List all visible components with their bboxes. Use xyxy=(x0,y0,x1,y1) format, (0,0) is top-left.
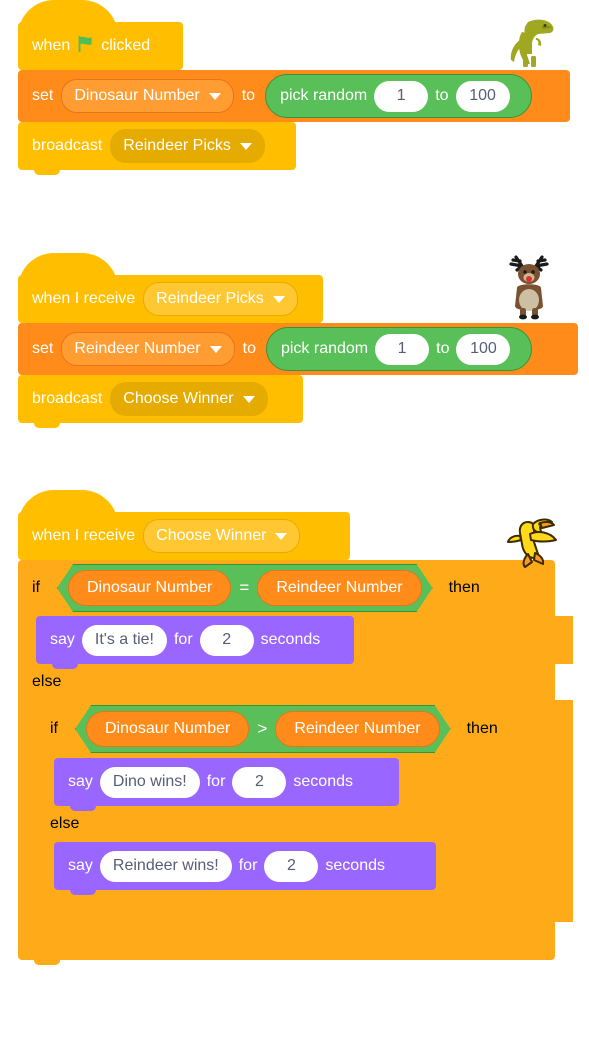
variable-dropdown-label: Dinosaur Number xyxy=(74,87,200,104)
when-i-receive-label: when I receive xyxy=(32,527,136,544)
broadcast-label: broadcast xyxy=(32,137,103,154)
dinosaur-sprite xyxy=(498,10,562,74)
then-label: then xyxy=(448,579,480,596)
say-label: say xyxy=(68,857,93,874)
else-label: else xyxy=(32,673,62,690)
broadcast-message-label: Reindeer Picks xyxy=(123,137,231,154)
if-label: if xyxy=(50,720,58,737)
receive-message-label: Reindeer Picks xyxy=(156,290,264,307)
dinosaur-script[interactable]: when clicked set Dinosaur Number to pick… xyxy=(18,0,570,175)
reporter-reindeer-number[interactable]: Reindeer Number xyxy=(257,570,421,606)
inner-if-footer[interactable] xyxy=(36,890,573,922)
chevron-down-icon xyxy=(209,345,222,353)
when-flag-clicked-hat-block[interactable]: when clicked xyxy=(18,0,183,75)
inner-if-header[interactable]: if Dinosaur Number > Reindeer Number the… xyxy=(36,700,573,758)
outer-if-body-slot: say It's a tie! for 2 seconds xyxy=(18,616,573,669)
say-for-seconds-tie[interactable]: say It's a tie! for 2 seconds xyxy=(36,616,354,669)
broadcast-label: broadcast xyxy=(32,390,103,407)
receive-message-label: Choose Winner xyxy=(156,527,267,544)
pick-random-to-input[interactable]: 100 xyxy=(456,333,511,365)
receive-message-dropdown[interactable]: Choose Winner xyxy=(143,519,301,553)
reporter-dinosaur-number[interactable]: Dinosaur Number xyxy=(86,711,249,747)
set-label: set xyxy=(32,87,54,104)
pick-random-label: pick random xyxy=(280,340,369,357)
for-label: for xyxy=(173,631,193,648)
pick-random-from-input[interactable]: 1 xyxy=(374,80,429,112)
pick-random-to-label: to xyxy=(435,87,449,104)
inner-else-body-slot: say Reindeer wins! for 2 seconds xyxy=(36,842,573,895)
inner-else-bar[interactable]: else xyxy=(36,806,573,842)
chevron-down-icon xyxy=(239,142,252,150)
broadcast-block-choose-winner[interactable]: broadcast Choose Winner xyxy=(18,375,303,428)
variable-dropdown-reindeer-number[interactable]: Reindeer Number xyxy=(61,332,235,366)
to-label: to xyxy=(242,340,256,357)
outer-if-footer[interactable] xyxy=(18,922,555,960)
say-for-seconds-dino-wins[interactable]: say Dino wins! for 2 seconds xyxy=(54,758,399,811)
hat-dome xyxy=(18,490,118,526)
else-label: else xyxy=(50,815,80,832)
reindeer-sprite xyxy=(496,250,562,320)
greater-than-operator-label: > xyxy=(257,719,268,738)
say-seconds-input[interactable]: 2 xyxy=(232,766,287,798)
say-message-input-reindeer[interactable]: Reindeer wins! xyxy=(99,850,232,882)
reporter-reindeer-number[interactable]: Reindeer Number xyxy=(275,711,439,747)
duck-script[interactable]: when I receive Choose Winner if Dinosaur… xyxy=(18,490,573,960)
outer-else-body-slot: if Dinosaur Number > Reindeer Number the… xyxy=(18,700,573,922)
inner-if-body-slot: say Dino wins! for 2 seconds xyxy=(36,758,573,811)
green-flag-icon xyxy=(76,34,96,59)
to-label: to xyxy=(241,87,256,104)
broadcast-message-label: Choose Winner xyxy=(123,390,234,407)
receive-message-dropdown[interactable]: Reindeer Picks xyxy=(143,282,298,316)
seconds-label: seconds xyxy=(325,857,385,874)
when-label: when xyxy=(32,37,71,54)
inner-if-else-block[interactable]: if Dinosaur Number > Reindeer Number the… xyxy=(36,700,573,922)
reindeer-script[interactable]: when I receive Reindeer Picks set Reinde… xyxy=(18,253,578,428)
say-label: say xyxy=(50,631,75,648)
inner-condition-greater-than[interactable]: Dinosaur Number > Reindeer Number xyxy=(75,705,451,753)
when-i-receive-hat-choose-winner[interactable]: when I receive Choose Winner xyxy=(18,490,350,565)
say-message-input-dino[interactable]: Dino wins! xyxy=(99,766,200,798)
if-label: if xyxy=(32,579,40,596)
set-label: set xyxy=(32,340,54,357)
chevron-down-icon xyxy=(272,295,285,303)
say-seconds-input[interactable]: 2 xyxy=(264,850,319,882)
for-label: for xyxy=(206,773,226,790)
set-variable-block-reindeer[interactable]: set Reindeer Number to pick random 1 to … xyxy=(18,323,578,380)
broadcast-message-dropdown[interactable]: Choose Winner xyxy=(110,382,268,416)
when-i-receive-hat-reindeer-picks[interactable]: when I receive Reindeer Picks xyxy=(18,253,323,328)
outer-condition-equals[interactable]: Dinosaur Number = Reindeer Number xyxy=(57,564,433,612)
say-label: say xyxy=(68,773,93,790)
pick-random-label: pick random xyxy=(280,87,368,104)
pick-random-reporter[interactable]: pick random 1 to 100 xyxy=(265,74,532,118)
equals-operator-label: = xyxy=(239,578,250,597)
hat-dome xyxy=(18,253,118,289)
say-for-seconds-reindeer-wins[interactable]: say Reindeer wins! for 2 seconds xyxy=(54,842,436,895)
chevron-down-icon xyxy=(275,532,288,540)
chevron-down-icon xyxy=(242,395,255,403)
reporter-dinosaur-number[interactable]: Dinosaur Number xyxy=(68,570,231,606)
pick-random-reporter[interactable]: pick random 1 to 100 xyxy=(265,327,533,371)
for-label: for xyxy=(238,857,258,874)
pick-random-from-input[interactable]: 1 xyxy=(375,333,430,365)
variable-dropdown-label: Reindeer Number xyxy=(74,340,201,357)
duck-sprite xyxy=(500,508,562,572)
say-message-input-tie[interactable]: It's a tie! xyxy=(81,624,167,656)
seconds-label: seconds xyxy=(260,631,321,648)
chevron-down-icon xyxy=(208,92,221,100)
outer-if-header[interactable]: if Dinosaur Number = Reindeer Number the… xyxy=(18,560,555,616)
variable-dropdown-dinosaur-number[interactable]: Dinosaur Number xyxy=(61,79,234,113)
outer-else-bar[interactable]: else xyxy=(18,664,555,700)
pick-random-to-label: to xyxy=(436,340,450,357)
outer-if-else-block[interactable]: if Dinosaur Number = Reindeer Number the… xyxy=(18,560,573,960)
broadcast-block-reindeer-picks[interactable]: broadcast Reindeer Picks xyxy=(18,122,296,175)
seconds-label: seconds xyxy=(293,773,353,790)
hat-dome xyxy=(18,0,118,36)
set-variable-block-dinosaur[interactable]: set Dinosaur Number to pick random 1 to … xyxy=(18,70,570,127)
broadcast-message-dropdown[interactable]: Reindeer Picks xyxy=(110,129,265,163)
pick-random-to-input[interactable]: 100 xyxy=(455,80,510,112)
then-label: then xyxy=(466,720,498,737)
when-i-receive-label: when I receive xyxy=(32,290,136,307)
clicked-label: clicked xyxy=(101,37,151,54)
say-seconds-input[interactable]: 2 xyxy=(199,624,254,656)
